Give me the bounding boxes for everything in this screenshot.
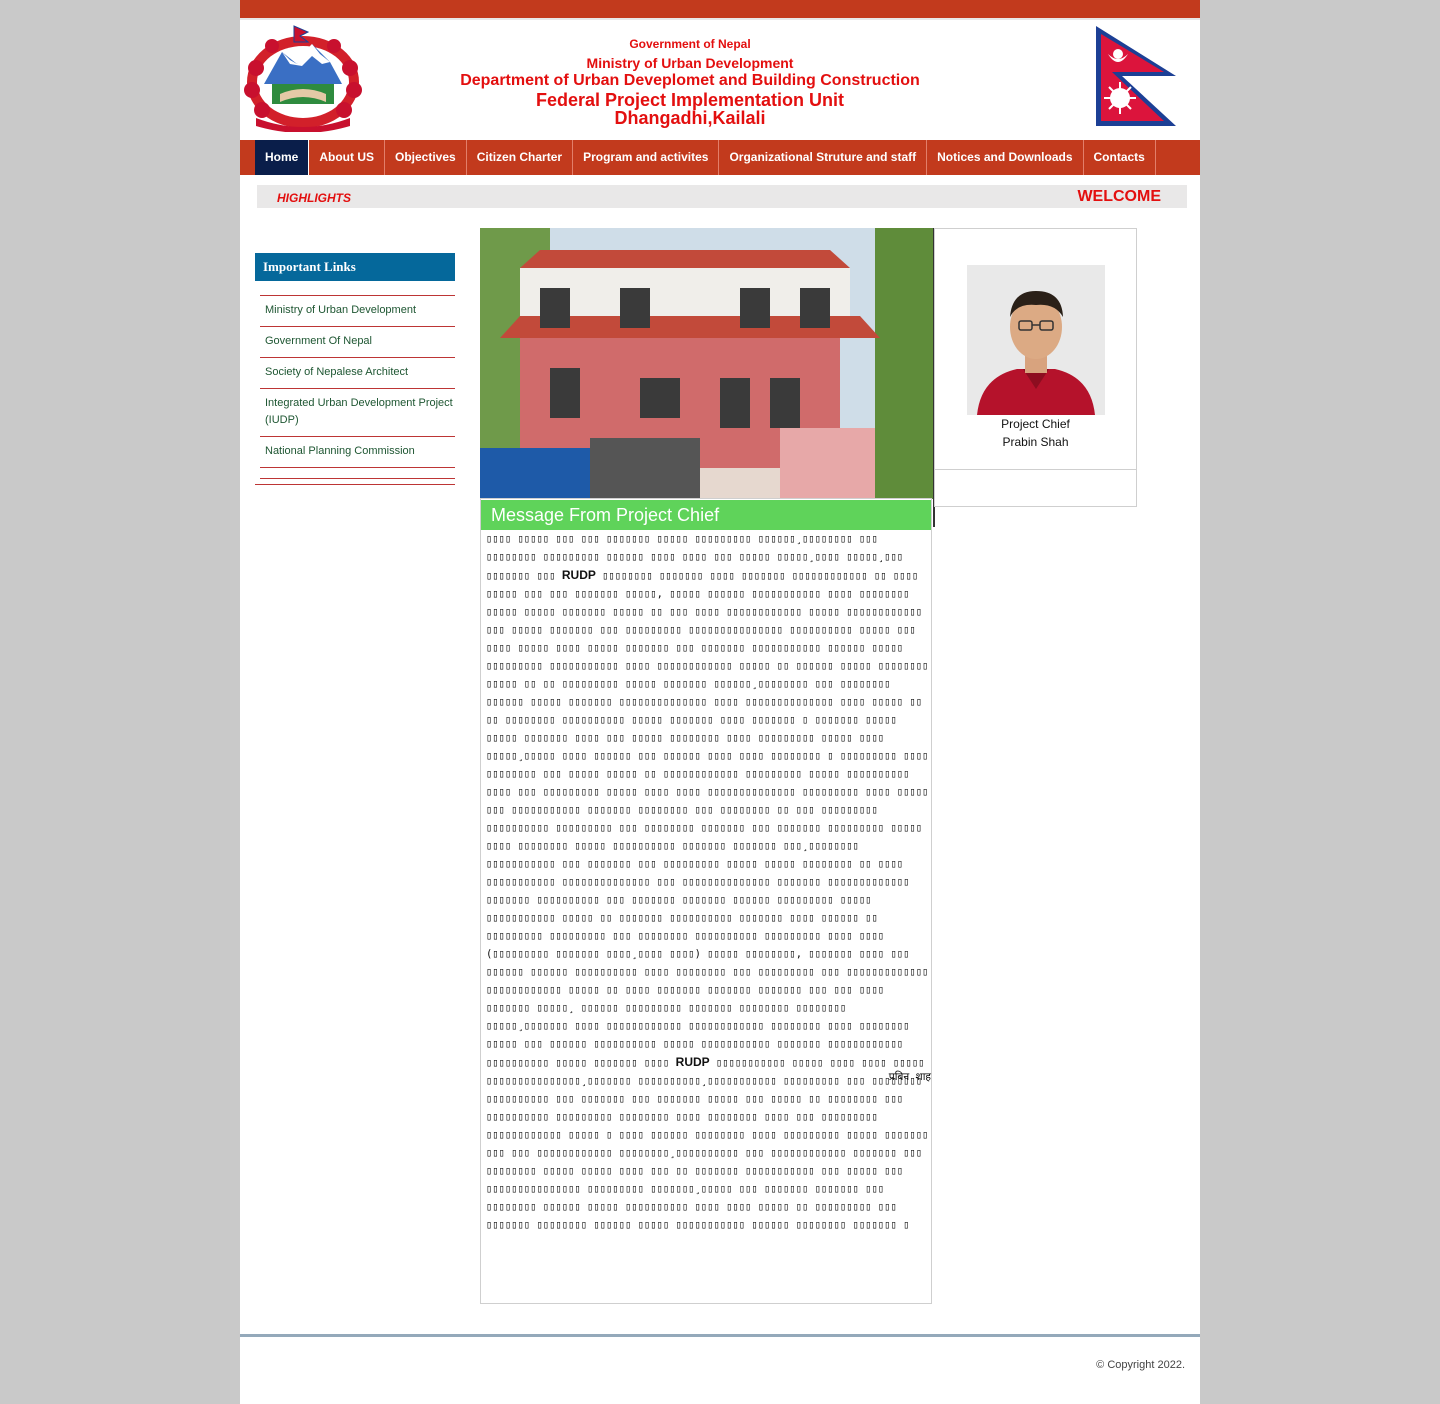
- copyright-text: © Copyright 2022.: [1096, 1359, 1185, 1371]
- top-bar: [240, 0, 1200, 18]
- link-iudp[interactable]: Integrated Urban Development Project (IU…: [260, 389, 455, 437]
- header-ministry: Ministry of Urban Development: [586, 55, 794, 71]
- project-chief-card: Project Chief Prabin Shah: [934, 228, 1137, 507]
- nav-contacts[interactable]: Contacts: [1084, 140, 1156, 175]
- nav-objectives[interactable]: Objectives: [385, 140, 467, 175]
- nav-about-us[interactable]: About US: [309, 140, 385, 175]
- highlights-bar: HIGHLIGHTS WELCOME: [257, 185, 1187, 208]
- message-title: Message From Project Chief: [481, 500, 931, 530]
- nav-program-activities[interactable]: Program and activites: [573, 140, 720, 175]
- important-links-title: Important Links: [255, 253, 455, 281]
- header-unit: Federal Project Implementation Unit: [535, 90, 845, 110]
- header-titles: Government of Nepal Ministry of Urban De…: [390, 36, 990, 127]
- header-department: Department of Urban Deveplomet and Build…: [460, 72, 920, 89]
- message-signature: प्रबिन शाह: [888, 1071, 931, 1083]
- project-chief-photo: [967, 265, 1105, 415]
- chief-card-divider: [935, 469, 1136, 470]
- welcome-marquee: WELCOME: [1077, 188, 1161, 205]
- office-building-photo: [480, 228, 935, 499]
- project-chief-name: Prabin Shah: [1002, 435, 1069, 449]
- important-links-panel: Important Links Ministry of Urban Develo…: [255, 253, 455, 485]
- nepal-emblem-icon: [244, 25, 362, 132]
- nav-notices-downloads[interactable]: Notices and Downloads: [927, 140, 1084, 175]
- nepal-flag-icon: [1096, 26, 1176, 126]
- link-society-nepalese-architect[interactable]: Society of Nepalese Architect: [260, 358, 455, 389]
- project-chief-role: Project Chief: [1001, 417, 1070, 431]
- page: Government of Nepal Ministry of Urban De…: [240, 0, 1200, 1404]
- header-location: Dhangadhi,Kailali: [614, 108, 766, 128]
- main-nav: Home About US Objectives Citizen Charter…: [240, 140, 1200, 175]
- link-ministry-urban-development[interactable]: Ministry of Urban Development: [260, 296, 455, 327]
- link-national-planning-commission[interactable]: National Planning Commission: [260, 437, 455, 468]
- link-government-of-nepal[interactable]: Government Of Nepal: [260, 327, 455, 358]
- sidebar-divider: [255, 484, 455, 485]
- nav-home[interactable]: Home: [255, 140, 310, 175]
- header-government: Government of Nepal: [629, 37, 751, 51]
- top-divider: [240, 18, 1200, 20]
- message-body: ▯▯▯▯ ▯▯▯▯▯ ▯▯▯ ▯▯▯ ▯▯▯▯▯▯▯ ▯▯▯▯▯ ▯▯▯▯▯▯▯…: [486, 533, 929, 1231]
- nav-citizen-charter[interactable]: Citizen Charter: [467, 140, 574, 175]
- rudp-abbr-2: RUDP: [675, 1055, 710, 1069]
- important-links-list: Ministry of Urban Development Government…: [260, 295, 455, 479]
- footer-divider: [240, 1334, 1200, 1337]
- nav-organizational-structure[interactable]: Organizational Struture and staff: [719, 140, 928, 175]
- highlights-label: HIGHLIGHTS: [277, 191, 351, 205]
- link-empty: [260, 468, 455, 479]
- rudp-abbr: RUDP: [561, 568, 596, 582]
